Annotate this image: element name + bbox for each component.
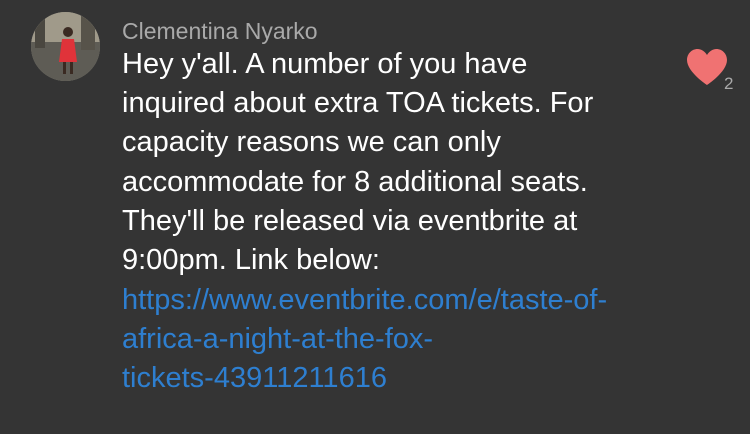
avatar-photo [31,12,100,81]
message: Clementina Nyarko Hey y'all. A number of… [0,0,750,434]
message-line: 9:00pm. Link below: [122,244,380,277]
avatar[interactable] [31,12,100,81]
like-reaction[interactable]: 2 [686,48,740,96]
sender-name: Clementina Nyarko [122,18,318,44]
message-line: inquired about extra TOA tickets. For [122,87,594,120]
message-line: capacity reasons we can only [122,126,501,159]
message-body: Hey y'all. A number of you have inquired… [122,45,682,280]
heart-icon[interactable] [686,48,728,86]
link-line[interactable]: africa-a-night-at-the-fox- [122,320,682,359]
link-line[interactable]: tickets-43911211616 [122,359,682,398]
link-line[interactable]: https://www.eventbrite.com/e/taste-of- [122,281,682,320]
message-line: They'll be released via eventbrite at [122,204,578,237]
message-line: Hey y'all. A number of you have [122,48,528,80]
message-line: accommodate for 8 additional seats. [122,165,588,198]
reaction-count: 2 [724,74,734,93]
eventbrite-link[interactable]: https://www.eventbrite.com/e/taste-of- a… [122,281,682,399]
